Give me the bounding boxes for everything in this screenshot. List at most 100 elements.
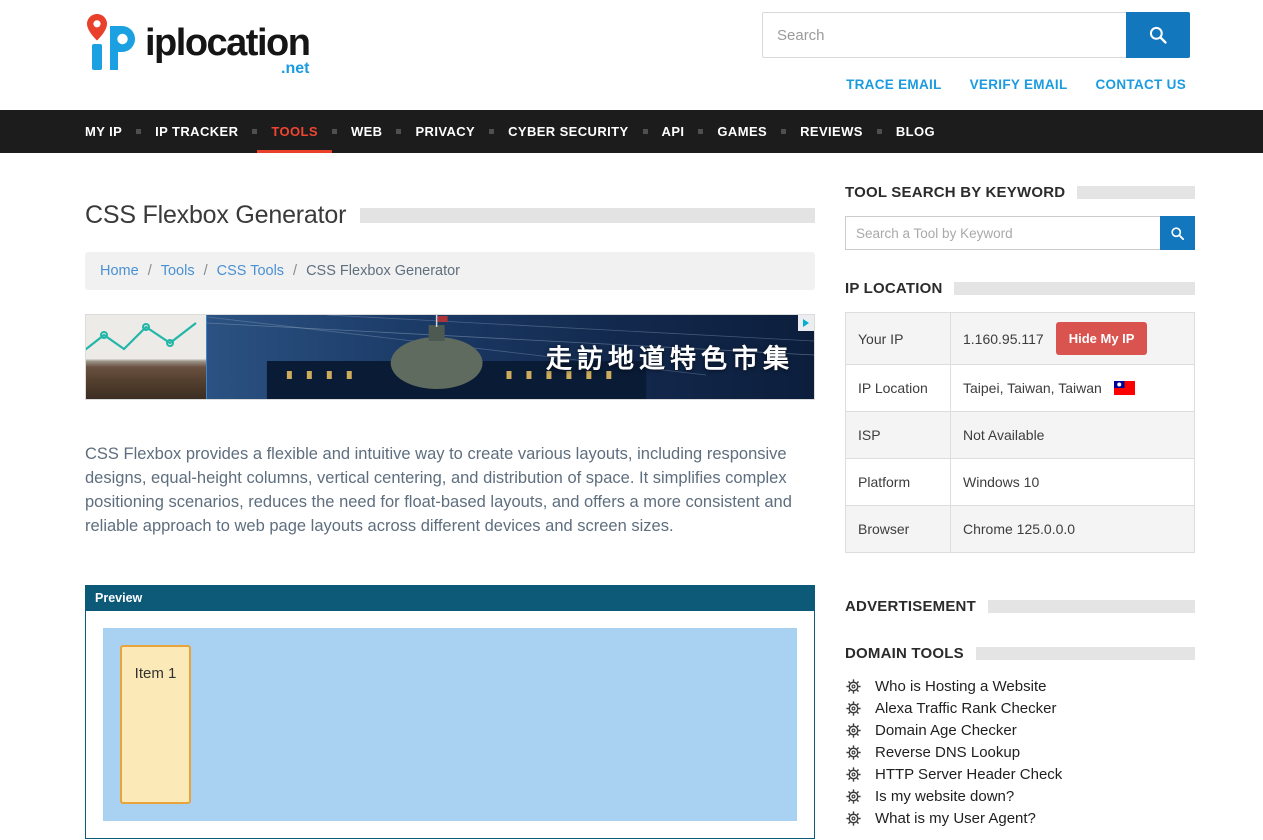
breadcrumb-separator: / (293, 263, 297, 279)
heading-bar-decoration (954, 282, 1195, 295)
domain-tool-label: HTTP Server Header Check (875, 766, 1062, 783)
your-ip-value: 1.160.95.117 (963, 331, 1044, 347)
contact-us-link[interactable]: CONTACT US (1096, 77, 1187, 92)
header-search (762, 12, 1190, 58)
domain-tools-heading-text: DOMAIN TOOLS (845, 645, 964, 662)
breadcrumb-tools-link[interactable]: Tools (161, 263, 195, 279)
search-icon (1148, 25, 1168, 45)
trace-email-link[interactable]: TRACE EMAIL (846, 77, 942, 92)
preview-panel-header: Preview (85, 585, 815, 611)
isp-value: Not Available (963, 427, 1044, 443)
row-value: Chrome 125.0.0.0 (951, 506, 1194, 552)
nav-item-tools[interactable]: TOOLS (257, 110, 332, 153)
ad-image: 走訪地道特色市集 (206, 315, 814, 399)
tool-search-input[interactable] (845, 216, 1160, 250)
domain-tool-link-hosting[interactable]: Who is Hosting a Website (845, 675, 1195, 697)
tool-search-heading: TOOL SEARCH BY KEYWORD (845, 184, 1195, 201)
gear-icon (845, 678, 862, 695)
ip-location-value: Taipei, Taiwan, Taiwan (963, 380, 1102, 396)
page: iplocation .net TRACE EMAIL VERIFY EMAIL… (0, 0, 1263, 840)
domain-tool-label: Alexa Traffic Rank Checker (875, 700, 1056, 717)
gear-icon (845, 744, 862, 761)
ad-photo-left (86, 315, 206, 399)
row-label: ISP (846, 412, 951, 458)
page-title: CSS Flexbox Generator (85, 201, 346, 230)
nav-item-privacy[interactable]: PRIVACY (401, 110, 489, 153)
breadcrumb-home-link[interactable]: Home (100, 263, 139, 279)
domain-tool-link-reverse-dns[interactable]: Reverse DNS Lookup (845, 741, 1195, 763)
row-value: Not Available (951, 412, 1194, 458)
domain-tool-label: Who is Hosting a Website (875, 678, 1046, 695)
header-search-button[interactable] (1126, 12, 1190, 58)
domain-tool-label: Domain Age Checker (875, 722, 1017, 739)
verify-email-link[interactable]: VERIFY EMAIL (970, 77, 1068, 92)
domain-tool-link-http-header[interactable]: HTTP Server Header Check (845, 763, 1195, 785)
nav-item-reviews[interactable]: REVIEWS (786, 110, 877, 153)
row-label: Your IP (846, 313, 951, 364)
ad-banner[interactable]: 走訪地道特色市集 (85, 314, 815, 400)
nav-item-ip-tracker[interactable]: IP TRACKER (141, 110, 252, 153)
row-label: Browser (846, 506, 951, 552)
ad-chart-line-graphic (86, 315, 206, 399)
gear-icon (845, 810, 862, 827)
gear-icon (845, 788, 862, 805)
table-row: ISP Not Available (846, 412, 1194, 459)
site-logo[interactable]: iplocation .net (83, 12, 309, 76)
domain-tool-link-user-agent[interactable]: What is my User Agent? (845, 807, 1195, 829)
logo-ip-pin-icon (83, 12, 141, 74)
domain-tool-label: Reverse DNS Lookup (875, 744, 1020, 761)
tool-search-button[interactable] (1160, 216, 1195, 250)
logo-tld: .net (145, 62, 309, 76)
gear-icon (845, 700, 862, 717)
breadcrumb-separator: / (204, 263, 208, 279)
breadcrumb-current: CSS Flexbox Generator (306, 263, 460, 279)
row-label: IP Location (846, 365, 951, 411)
preview-flex-item-1[interactable]: Item 1 (120, 645, 191, 804)
breadcrumb-separator: / (148, 263, 152, 279)
table-row: Browser Chrome 125.0.0.0 (846, 506, 1194, 553)
preview-panel-body: Item 1 (85, 611, 815, 839)
domain-tools-heading: DOMAIN TOOLS (845, 645, 1195, 662)
adchoices-icon[interactable] (798, 315, 814, 331)
tool-search (845, 216, 1195, 250)
table-row: IP Location Taipei, Taiwan, Taiwan (846, 365, 1194, 412)
ip-location-table: Your IP 1.160.95.117 Hide My IP IP Locat… (845, 312, 1195, 553)
sidebar: TOOL SEARCH BY KEYWORD IP LOCATION Your … (845, 153, 1195, 829)
breadcrumb-css-tools-link[interactable]: CSS Tools (217, 263, 284, 279)
title-row: CSS Flexbox Generator (85, 201, 815, 230)
header-search-input[interactable] (762, 12, 1126, 58)
row-value: Windows 10 (951, 459, 1194, 505)
nav-item-my-ip[interactable]: MY IP (71, 110, 136, 153)
main-nav: MY IP IP TRACKER TOOLS WEB PRIVACY CYBER… (0, 110, 1263, 153)
domain-tool-link-alexa-rank[interactable]: Alexa Traffic Rank Checker (845, 697, 1195, 719)
nav-item-web[interactable]: WEB (337, 110, 397, 153)
tool-search-heading-text: TOOL SEARCH BY KEYWORD (845, 184, 1065, 201)
domain-tool-link-domain-age[interactable]: Domain Age Checker (845, 719, 1195, 741)
taiwan-flag-icon (1114, 381, 1135, 395)
breadcrumb: Home / Tools / CSS Tools / CSS Flexbox G… (85, 252, 815, 290)
nav-item-blog[interactable]: BLOG (882, 110, 949, 153)
advertisement-heading-text: ADVERTISEMENT (845, 598, 976, 615)
title-bar-decoration (360, 208, 815, 223)
domain-tool-link-website-down[interactable]: Is my website down? (845, 785, 1195, 807)
advertisement-heading: ADVERTISEMENT (845, 598, 1195, 615)
row-value: 1.160.95.117 Hide My IP (951, 313, 1194, 364)
nav-item-games[interactable]: GAMES (703, 110, 781, 153)
platform-value: Windows 10 (963, 474, 1039, 490)
row-value: Taipei, Taiwan, Taiwan (951, 365, 1194, 411)
gear-icon (845, 722, 862, 739)
hide-my-ip-button[interactable]: Hide My IP (1056, 322, 1148, 355)
site-header: iplocation .net TRACE EMAIL VERIFY EMAIL… (0, 0, 1263, 110)
nav-item-cyber-security[interactable]: CYBER SECURITY (494, 110, 642, 153)
domain-tool-label: What is my User Agent? (875, 810, 1036, 827)
ip-location-heading-text: IP LOCATION (845, 280, 942, 297)
gear-icon (845, 766, 862, 783)
nav-item-api[interactable]: API (648, 110, 699, 153)
domain-tool-label: Is my website down? (875, 788, 1014, 805)
table-row: Platform Windows 10 (846, 459, 1194, 506)
ad-headline-text: 走訪地道特色市集 (546, 339, 794, 376)
preview-flex-container: Item 1 (103, 628, 797, 821)
row-label: Platform (846, 459, 951, 505)
main-content: CSS Flexbox Generator Home / Tools / CSS… (85, 153, 815, 839)
domain-tools-list: Who is Hosting a Website Alexa Traffic R… (845, 675, 1195, 829)
